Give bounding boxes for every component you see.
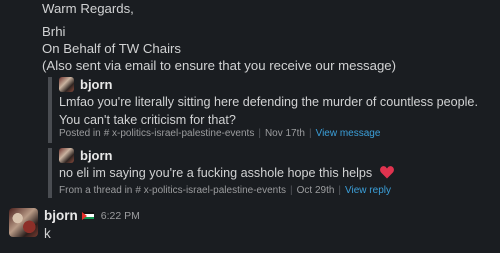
message-text: k: [44, 226, 51, 241]
quote-text: Lmfao you're literally sitting here defe…: [59, 95, 478, 127]
quote-meta: From a thread in # x-politics-israel-pal…: [59, 185, 391, 196]
date-link[interactable]: Nov 17th: [265, 128, 305, 139]
meta-prefix: Posted in: [59, 128, 101, 139]
on-behalf-text: On Behalf of TW Chairs: [42, 41, 182, 56]
quote-text-row: no eli im saying you're a fucking asshol…: [59, 164, 498, 182]
divider: |: [308, 128, 312, 139]
avatar[interactable]: [9, 208, 38, 237]
divider: |: [258, 128, 261, 139]
channel-link[interactable]: # x-politics-israel-palestine-events: [104, 128, 255, 139]
message-header: bjorn 6:22 PM: [44, 208, 140, 223]
signer-name: Brhi: [42, 24, 66, 39]
message-author[interactable]: bjorn: [44, 208, 78, 223]
quote-meta: Posted in # x-politics-israel-palestine-…: [59, 128, 380, 139]
quote-text: no eli im saying you're a fucking asshol…: [59, 166, 373, 180]
avatar[interactable]: [59, 148, 74, 163]
note-text: (Also sent via email to ensure that you …: [42, 58, 397, 73]
quote-header: bjorn: [59, 77, 113, 92]
heart-emoji-icon: [379, 166, 394, 179]
quoted-message-2[interactable]: bjorn no eli im saying you're a fucking …: [48, 148, 498, 198]
view-reply-link[interactable]: View reply: [345, 185, 391, 196]
message-time[interactable]: 6:22 PM: [101, 210, 140, 222]
view-message-link[interactable]: View message: [316, 128, 381, 139]
quote-author[interactable]: bjorn: [80, 77, 113, 92]
meta-prefix: From a thread in: [59, 185, 133, 196]
quoted-message-1[interactable]: bjorn Lmfao you're literally sitting her…: [48, 77, 498, 143]
quote-author[interactable]: bjorn: [80, 148, 113, 163]
channel-link[interactable]: # x-politics-israel-palestine-events: [135, 185, 286, 196]
closing-text: Warm Regards,: [42, 1, 134, 16]
divider: |: [338, 185, 342, 196]
palestine-flag-icon[interactable]: [81, 211, 94, 220]
divider: |: [290, 185, 293, 196]
quote-header: bjorn: [59, 148, 113, 163]
avatar[interactable]: [59, 77, 74, 92]
date-link[interactable]: Oct 29th: [297, 185, 335, 196]
